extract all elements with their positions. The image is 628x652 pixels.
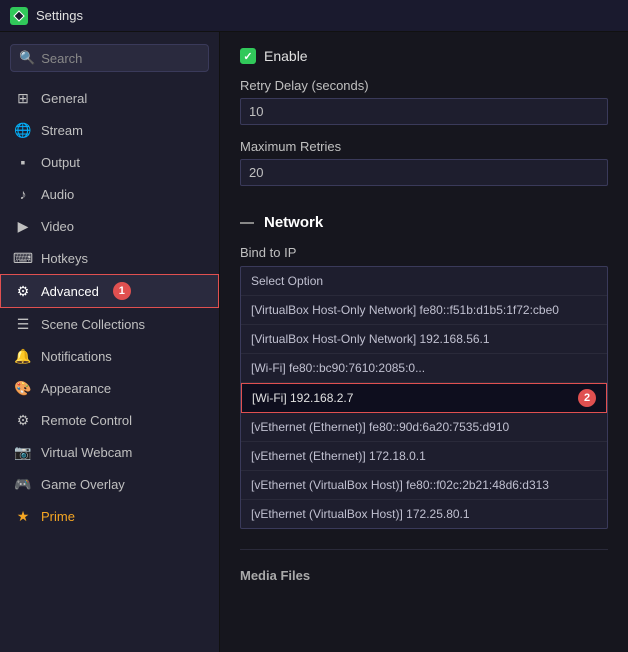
bind-option-vbox-host-ipv4[interactable]: [VirtualBox Host-Only Network] 192.168.5… <box>241 325 607 354</box>
bind-option-vethernet-eth-ipv4[interactable]: [vEthernet (Ethernet)] 172.18.0.1 <box>241 442 607 471</box>
badge-advanced: 1 <box>113 282 131 300</box>
sidebar-item-audio[interactable]: ♪ Audio <box>0 178 219 210</box>
sidebar-label-prime: Prime <box>41 509 75 524</box>
main-content: Enable Retry Delay (seconds) Maximum Ret… <box>220 32 628 652</box>
audio-icon: ♪ <box>15 186 31 202</box>
general-icon: ⊞ <box>15 90 31 106</box>
sidebar-item-remote-control[interactable]: ⚙ Remote Control <box>0 404 219 436</box>
max-retries-label: Maximum Retries <box>240 139 608 154</box>
retry-delay-group: Retry Delay (seconds) <box>240 78 608 125</box>
video-icon: ▶ <box>15 218 31 234</box>
network-section: Network Bind to IP Select Option[Virtual… <box>240 206 608 529</box>
retry-delay-label: Retry Delay (seconds) <box>240 78 608 93</box>
sidebar-item-prime[interactable]: ★ Prime <box>0 500 219 532</box>
network-title: Network <box>264 214 323 231</box>
sidebar-label-scene-collections: Scene Collections <box>41 317 145 332</box>
enable-checkbox[interactable] <box>240 48 256 64</box>
sidebar-item-notifications[interactable]: 🔔 Notifications <box>0 340 219 372</box>
sidebar-item-advanced[interactable]: ⚙ Advanced 1 <box>0 274 219 308</box>
sidebar-item-virtual-webcam[interactable]: 📷 Virtual Webcam <box>0 436 219 468</box>
prime-icon: ★ <box>15 508 31 524</box>
search-input[interactable] <box>41 51 200 66</box>
bind-to-ip-label: Bind to IP <box>240 245 608 260</box>
sidebar-item-scene-collections[interactable]: ☰ Scene Collections <box>0 308 219 340</box>
scene-collections-icon: ☰ <box>15 316 31 332</box>
media-files-label: Media Files <box>240 562 608 583</box>
reconnect-section: Enable Retry Delay (seconds) Maximum Ret… <box>240 48 608 186</box>
bind-to-ip-dropdown[interactable]: Select Option[VirtualBox Host-Only Netwo… <box>240 266 608 529</box>
sidebar-label-remote-control: Remote Control <box>41 413 132 428</box>
max-retries-group: Maximum Retries <box>240 139 608 186</box>
window-title: Settings <box>36 8 83 23</box>
media-files-section: Media Files <box>240 549 608 583</box>
selected-badge: 2 <box>578 389 596 407</box>
game-overlay-icon: 🎮 <box>15 476 31 492</box>
sidebar-label-hotkeys: Hotkeys <box>41 251 88 266</box>
sidebar-item-appearance[interactable]: 🎨 Appearance <box>0 372 219 404</box>
sidebar-label-audio: Audio <box>41 187 74 202</box>
sidebar-label-game-overlay: Game Overlay <box>41 477 125 492</box>
bind-option-select-option[interactable]: Select Option <box>241 267 607 296</box>
header-line <box>240 222 254 224</box>
title-bar: Settings <box>0 0 628 32</box>
remote-control-icon: ⚙ <box>15 412 31 428</box>
output-icon: ▪ <box>15 154 31 170</box>
search-icon: 🔍 <box>19 50 35 66</box>
sidebar-label-appearance: Appearance <box>41 381 111 396</box>
nav-list: ⊞ General 🌐 Stream ▪ Output ♪ Audio ▶ Video ⌨ Hotke… <box>0 82 219 532</box>
virtual-webcam-icon: 📷 <box>15 444 31 460</box>
sidebar-item-game-overlay[interactable]: 🎮 Game Overlay <box>0 468 219 500</box>
enable-label: Enable <box>264 48 308 64</box>
stream-icon: 🌐 <box>15 122 31 138</box>
sidebar: 🔍 ⊞ General 🌐 Stream ▪ Output ♪ Audio ▶ Video ⌨ Hot… <box>0 32 220 652</box>
app-body: 🔍 ⊞ General 🌐 Stream ▪ Output ♪ Audio ▶ Video ⌨ Hot… <box>0 32 628 652</box>
max-retries-input[interactable] <box>240 159 608 186</box>
bind-option-wifi-ipv6[interactable]: [Wi-Fi] fe80::bc90:7610:2085:0... <box>241 354 607 383</box>
bind-option-vethernet-vbox-ipv6[interactable]: [vEthernet (VirtualBox Host)] fe80::f02c… <box>241 471 607 500</box>
section-divider <box>240 549 608 550</box>
network-header: Network <box>240 206 608 231</box>
bind-option-vethernet-vbox-ipv4[interactable]: [vEthernet (VirtualBox Host)] 172.25.80.… <box>241 500 607 528</box>
sidebar-item-output[interactable]: ▪ Output <box>0 146 219 178</box>
notifications-icon: 🔔 <box>15 348 31 364</box>
sidebar-item-hotkeys[interactable]: ⌨ Hotkeys <box>0 242 219 274</box>
retry-delay-input[interactable] <box>240 98 608 125</box>
sidebar-label-virtual-webcam: Virtual Webcam <box>41 445 132 460</box>
sidebar-item-general[interactable]: ⊞ General <box>0 82 219 114</box>
sidebar-label-video: Video <box>41 219 74 234</box>
sidebar-label-notifications: Notifications <box>41 349 112 364</box>
sidebar-label-output: Output <box>41 155 80 170</box>
sidebar-label-general: General <box>41 91 87 106</box>
sidebar-item-stream[interactable]: 🌐 Stream <box>0 114 219 146</box>
enable-row: Enable <box>240 48 608 64</box>
bind-option-wifi-ipv4[interactable]: [Wi-Fi] 192.168.2.72 <box>241 383 607 413</box>
bind-option-vbox-host-ipv6[interactable]: [VirtualBox Host-Only Network] fe80::f51… <box>241 296 607 325</box>
hotkeys-icon: ⌨ <box>15 250 31 266</box>
sidebar-label-stream: Stream <box>41 123 83 138</box>
search-box[interactable]: 🔍 <box>10 44 209 72</box>
advanced-icon: ⚙ <box>15 283 31 299</box>
sidebar-item-video[interactable]: ▶ Video <box>0 210 219 242</box>
app-icon <box>10 7 28 25</box>
appearance-icon: 🎨 <box>15 380 31 396</box>
sidebar-label-advanced: Advanced <box>41 284 99 299</box>
bind-option-vethernet-eth-ipv6[interactable]: [vEthernet (Ethernet)] fe80::90d:6a20:75… <box>241 413 607 442</box>
